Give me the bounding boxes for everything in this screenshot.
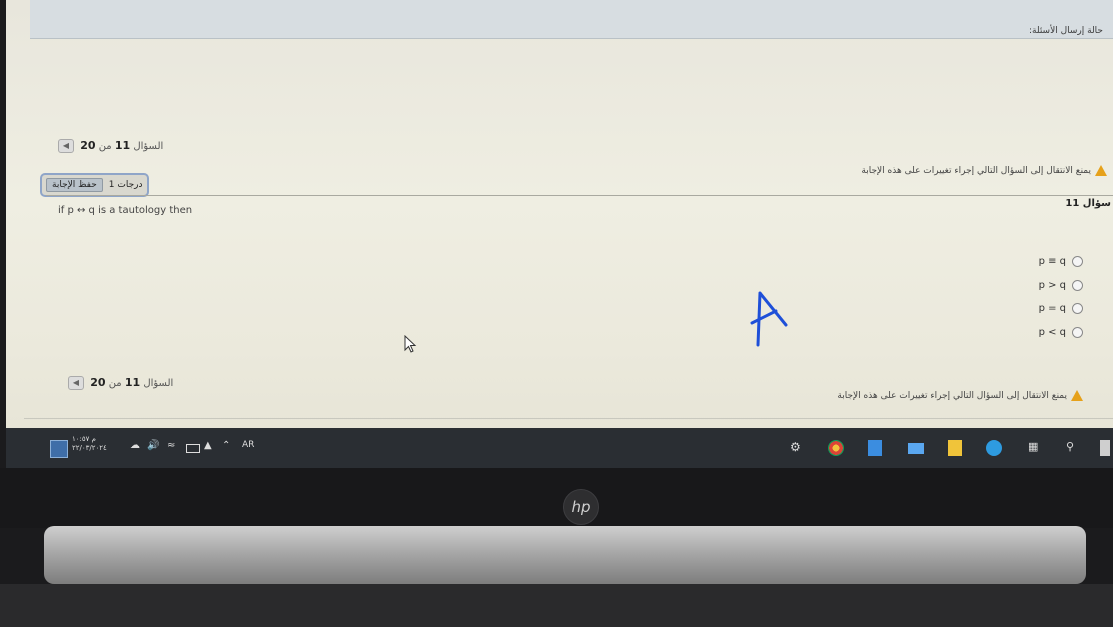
question-nav-of: من — [108, 378, 122, 389]
option-label: p = q — [1038, 303, 1066, 314]
header-bar: حالة إرسال الأسئلة: — [30, 0, 1113, 39]
option-4[interactable]: p < q — [1039, 327, 1083, 338]
laptop-hinge — [44, 526, 1086, 584]
laptop-bezel — [0, 468, 1113, 528]
question-nav-current: 11 — [114, 139, 131, 152]
laptop-base — [0, 584, 1113, 627]
warning-icon — [1071, 390, 1083, 401]
grade-box: حفظ الإجابة 1 درجات — [40, 173, 149, 197]
search-icon[interactable]: ⚲ — [1066, 440, 1074, 456]
question-nav-of: من — [98, 141, 112, 152]
warning-bottom: يمنع الانتقال إلى السؤال التالي إجراء تغ… — [837, 390, 1083, 401]
windows-logo-icon[interactable] — [1100, 440, 1110, 456]
windows-start-icon[interactable] — [50, 440, 68, 458]
question-number: سؤال 11 — [1065, 198, 1111, 209]
question-nav-current: 11 — [124, 376, 141, 389]
taskbar-time: م ١٠:٥٧ — [72, 435, 96, 443]
prev-question-button[interactable]: ◀ — [58, 139, 74, 153]
battery-icon[interactable] — [186, 444, 200, 453]
option-label: p ≡ q — [1038, 256, 1066, 267]
handwritten-annotation — [750, 291, 788, 347]
save-answer-button[interactable]: حفظ الإجابة — [46, 178, 103, 192]
taskbar-clock[interactable]: م ١٠:٥٧ ٢٢/٠٣/٢٠٢٤ — [72, 435, 107, 452]
wifi-icon[interactable]: ≈ — [167, 440, 175, 456]
onedrive-icon[interactable]: ☁ — [130, 440, 140, 456]
option-1[interactable]: p ≡ q — [1039, 256, 1083, 267]
question-nav-prefix: السؤال — [133, 141, 164, 152]
question-nav-prefix: السؤال — [143, 378, 174, 389]
settings-icon[interactable]: ⚙ — [790, 440, 801, 456]
laptop-screen: حالة إرسال الأسئلة: السؤال 11 من 20 ◀ حف… — [6, 0, 1113, 500]
taskbar-date: ٢٢/٠٣/٢٠٢٤ — [72, 444, 107, 452]
warning-icon — [1095, 165, 1107, 176]
grade-label: 1 درجات — [108, 180, 143, 190]
taskbar: م ١٠:٥٧ ٢٢/٠٣/٢٠٢٤ ☁ 🔊 ≈ ▲ ⌃ AR ⚙ ▦ ⚲ — [6, 428, 1113, 468]
header-title: حالة إرسال الأسئلة: — [1029, 26, 1103, 36]
mail-icon[interactable] — [908, 443, 924, 454]
option-radio[interactable] — [1072, 280, 1083, 291]
question-nav-top: السؤال 11 من 20 ◀ — [58, 139, 163, 153]
option-3[interactable]: p = q — [1039, 303, 1083, 314]
warning-top: يمنع الانتقال إلى السؤال التالي إجراء تغ… — [861, 165, 1107, 176]
option-label: p < q — [1038, 327, 1066, 338]
option-label: p > q — [1038, 280, 1066, 291]
hp-logo: hp — [563, 489, 599, 525]
question-nav-bottom: السؤال 11 من 20 ◀ — [68, 376, 173, 390]
question-text: if p ↔ q is a tautology then — [58, 205, 193, 216]
page-bottom-border — [24, 418, 1113, 419]
store-icon[interactable] — [868, 440, 882, 456]
language-indicator[interactable]: AR — [242, 440, 254, 456]
file-explorer-icon[interactable] — [948, 440, 962, 456]
question-nav-total: 20 — [90, 376, 106, 389]
network-icon[interactable]: ▲ — [204, 440, 212, 456]
warning-text: يمنع الانتقال إلى السؤال التالي إجراء تغ… — [861, 165, 1091, 176]
option-radio[interactable] — [1072, 327, 1083, 338]
mouse-cursor-icon — [404, 335, 417, 353]
question-nav-total: 20 — [80, 139, 96, 152]
divider — [46, 195, 1113, 196]
option-radio[interactable] — [1072, 303, 1083, 314]
option-radio[interactable] — [1072, 256, 1083, 267]
task-view-icon[interactable]: ▦ — [1028, 440, 1038, 456]
option-2[interactable]: p > q — [1039, 280, 1083, 291]
volume-icon[interactable]: 🔊 — [147, 440, 159, 456]
edge-icon[interactable] — [986, 440, 1002, 456]
chrome-icon[interactable] — [828, 440, 844, 456]
chevron-up-icon[interactable]: ⌃ — [222, 440, 230, 456]
warning-text: يمنع الانتقال إلى السؤال التالي إجراء تغ… — [837, 390, 1067, 401]
prev-question-button-bottom[interactable]: ◀ — [68, 376, 84, 390]
